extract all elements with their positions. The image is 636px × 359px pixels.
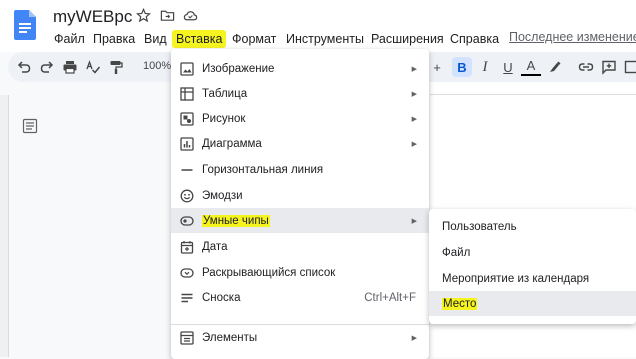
last-edit-link[interactable]: Последнее изменение: — [509, 30, 636, 44]
submenu-item-file[interactable]: Файл — [429, 240, 636, 265]
text-color-button[interactable]: A — [521, 57, 541, 76]
menu-item-label: Умные чипы — [202, 215, 270, 227]
menu-item-label: Эмодзи — [202, 190, 243, 202]
submenu-arrow-icon: ▶ — [412, 115, 417, 123]
menu-format[interactable]: Формат — [228, 30, 280, 48]
italic-button[interactable]: I — [475, 57, 495, 77]
menu-help[interactable]: Справка — [446, 30, 503, 48]
menu-item-horizontal-line[interactable]: Горизонтальная линия — [171, 157, 429, 182]
menu-item-image[interactable]: Изображение ▶ — [171, 56, 429, 81]
underline-button[interactable]: U — [498, 57, 518, 77]
submenu-arrow-icon: ▶ — [412, 140, 417, 148]
menu-item-label: Изображение — [202, 63, 274, 75]
menu-file[interactable]: Файл — [50, 30, 89, 48]
menu-insert[interactable]: Вставка — [172, 30, 226, 48]
bold-button[interactable]: B — [452, 57, 472, 77]
menu-view[interactable]: Вид — [140, 30, 171, 48]
image-icon — [180, 62, 194, 76]
submenu-arrow-icon: ▶ — [412, 217, 417, 225]
menu-tools[interactable]: Инструменты — [282, 30, 368, 48]
footnote-icon — [180, 291, 194, 305]
menu-item-label: Сноска — [202, 292, 240, 304]
menu-item-drawing[interactable]: Рисунок ▶ — [171, 106, 429, 131]
menu-item-shortcut: Ctrl+Alt+F — [364, 292, 416, 304]
menu-item-building-blocks[interactable]: Элементы ▶ — [171, 325, 429, 350]
horizontal-line-icon — [180, 163, 194, 177]
menu-item-label: Диаграмма — [202, 138, 262, 150]
submenu-arrow-icon: ▶ — [412, 65, 417, 73]
menu-item-footnote[interactable]: Сноска Ctrl+Alt+F — [171, 285, 429, 310]
menu-item-emoji[interactable]: Эмодзи — [171, 183, 429, 208]
submenu-item-calendar-event[interactable]: Мероприятие из календаря — [429, 266, 636, 291]
insert-menu: Изображение ▶ Таблица ▶ Рисунок ▶ Диагра… — [171, 49, 429, 359]
menu-item-label: Горизонтальная линия — [202, 164, 323, 176]
add-comment-icon[interactable] — [599, 57, 619, 77]
emoji-icon — [180, 189, 194, 203]
menu-item-chart[interactable]: Диаграмма ▶ — [171, 131, 429, 156]
building-blocks-icon — [180, 331, 194, 345]
submenu-item-label: Место — [442, 298, 477, 310]
menu-item-date[interactable]: Дата — [171, 234, 429, 259]
date-icon — [180, 240, 194, 254]
drawing-icon — [180, 112, 194, 126]
menu-item-label: Таблица — [202, 88, 247, 100]
docs-logo-icon[interactable] — [14, 10, 36, 40]
submenu-arrow-icon: ▶ — [412, 334, 417, 342]
submenu-item-place[interactable]: Место — [429, 291, 636, 316]
spellcheck-icon[interactable] — [83, 57, 103, 77]
menu-item-smart-chips[interactable]: Умные чипы ▶ — [171, 208, 429, 233]
menu-extensions[interactable]: Расширения — [367, 30, 448, 48]
increase-font-size-button[interactable]: + — [427, 57, 447, 77]
cloud-status-icon[interactable] — [183, 8, 198, 23]
menu-item-label: Дата — [202, 241, 227, 253]
menu-item-label: Раскрывающийся список — [202, 267, 335, 279]
menu-item-label: Элементы — [202, 332, 257, 344]
chart-icon — [180, 137, 194, 151]
menu-edit[interactable]: Правка — [89, 30, 139, 48]
redo-icon[interactable] — [37, 57, 57, 77]
menu-item-label: Рисунок — [202, 113, 245, 125]
zoom-select[interactable]: 100% — [143, 60, 171, 72]
menu-item-table[interactable]: Таблица ▶ — [171, 81, 429, 106]
insert-image-icon[interactable] — [622, 57, 636, 77]
table-icon — [180, 87, 194, 101]
undo-icon[interactable] — [14, 57, 34, 77]
move-folder-icon[interactable] — [160, 8, 175, 23]
star-icon[interactable] — [136, 8, 151, 23]
menu-item-dropdown[interactable]: Раскрывающийся список — [171, 260, 429, 285]
vertical-ruler[interactable] — [0, 95, 9, 357]
document-outline-icon[interactable] — [22, 118, 38, 134]
paint-format-icon[interactable] — [106, 57, 126, 77]
submenu-arrow-icon: ▶ — [412, 90, 417, 98]
smart-chips-icon — [180, 214, 194, 228]
insert-link-icon[interactable] — [576, 57, 596, 77]
highlight-color-icon[interactable] — [545, 57, 565, 77]
smart-chips-submenu: Пользователь Файл Мероприятие из календа… — [429, 209, 636, 324]
submenu-item-label: Файл — [442, 247, 470, 259]
submenu-item-label: Мероприятие из календаря — [442, 273, 589, 285]
dropdown-icon — [180, 266, 194, 280]
horizontal-ruler[interactable] — [430, 82, 636, 95]
print-icon[interactable] — [60, 57, 80, 77]
document-title[interactable]: myWEBpc — [53, 7, 132, 27]
submenu-item-person[interactable]: Пользователь — [429, 214, 636, 239]
submenu-item-label: Пользователь — [442, 221, 517, 233]
